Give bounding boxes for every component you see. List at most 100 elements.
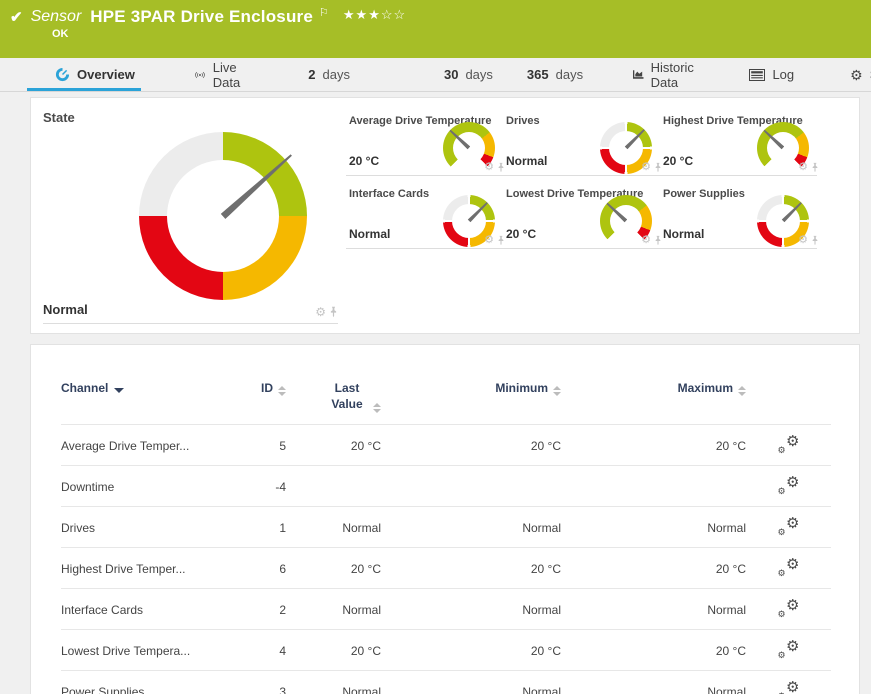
gear-icon[interactable]: ⚙ [641, 235, 651, 246]
sort-caret-icon [114, 388, 124, 393]
pin-icon[interactable] [811, 235, 819, 246]
mini-gauge-tile[interactable]: Lowest Drive Temperature 20 °C ⚙ [503, 184, 660, 249]
pin-icon[interactable] [329, 306, 338, 318]
channel-id: 1 [236, 507, 286, 548]
tab-label: days [323, 67, 350, 82]
channel-last-value: 20 °C [286, 630, 381, 671]
tab-365-days[interactable]: 365 days [525, 58, 585, 91]
table-row: Average Drive Temper... 5 20 °C 20 °C 20… [61, 425, 831, 466]
table-row: Downtime -4 ⚙⚙ [61, 466, 831, 507]
channel-id: 5 [236, 425, 286, 466]
sensor-header: ✔ Sensor HPE 3PAR Drive Enclosure ⚐ ★★★☆… [0, 0, 871, 58]
channel-settings-icon[interactable]: ⚙⚙ [778, 435, 800, 453]
gear-icon[interactable]: ⚙ [484, 162, 494, 173]
gauge-tile-actions[interactable]: ⚙ [484, 235, 505, 246]
channel-name-link[interactable]: Downtime [61, 466, 236, 507]
channel-settings-cell: ⚙⚙ [746, 671, 831, 694]
channel-name-link[interactable]: Drives [61, 507, 236, 548]
gear-icon[interactable]: ⚙ [484, 235, 494, 246]
table-row: Drives 1 Normal Normal Normal ⚙⚙ [61, 507, 831, 548]
tab-label: Log [772, 67, 794, 82]
gauge-value: 20 °C [663, 154, 693, 168]
state-gauge-tile[interactable]: State Normal ⚙ [43, 98, 338, 324]
tab-live-data[interactable]: Live Data [192, 58, 249, 91]
channel-id: 3 [236, 671, 286, 694]
tab-30-days[interactable]: 30 days [442, 58, 495, 91]
channel-minimum: 20 °C [381, 425, 561, 466]
mini-gauge-tile[interactable]: Average Drive Temperature 20 °C ⚙ [346, 111, 503, 176]
gauge-needle [763, 129, 785, 150]
pin-icon[interactable] [811, 162, 819, 173]
column-header-minimum[interactable]: Minimum [381, 373, 561, 425]
gauge-needle [221, 152, 294, 219]
gauge-title: Power Supplies [663, 188, 745, 200]
channel-settings-cell: ⚙⚙ [746, 589, 831, 630]
mini-gauge-tile[interactable]: Drives Normal ⚙ [503, 111, 660, 176]
table-row: Power Supplies 3 Normal Normal Normal ⚙⚙ [61, 671, 831, 694]
tab-settings[interactable]: ⚙ Settings [848, 58, 871, 91]
column-header-maximum[interactable]: Maximum [561, 373, 746, 425]
channel-table-panel: Channel ID Last Value Minimum Maximum [30, 344, 860, 694]
sort-icon [738, 386, 746, 396]
gauge-needle [468, 201, 489, 222]
gear-icon[interactable]: ⚙ [798, 235, 808, 246]
gauge-tile-actions[interactable]: ⚙ [315, 306, 338, 318]
tab-overview[interactable]: Overview [53, 58, 137, 91]
tab-label: days [465, 67, 492, 82]
channel-settings-icon[interactable]: ⚙⚙ [778, 558, 800, 576]
gauge-tile-actions[interactable]: ⚙ [798, 162, 819, 173]
gauge-tile-actions[interactable]: ⚙ [641, 235, 662, 246]
state-gauge [139, 132, 307, 300]
gauge-tile-actions[interactable]: ⚙ [798, 235, 819, 246]
channel-table-body: Average Drive Temper... 5 20 °C 20 °C 20… [61, 425, 831, 694]
priority-stars[interactable]: ★★★☆☆ [343, 7, 406, 23]
gauge-needle [625, 128, 646, 149]
channel-minimum [381, 466, 561, 507]
channel-id: -4 [236, 466, 286, 507]
gear-icon[interactable]: ⚙ [641, 162, 651, 173]
tab-2-days[interactable]: 2 days [306, 58, 352, 91]
gauge-tile-actions[interactable]: ⚙ [484, 162, 505, 173]
sort-icon [373, 403, 381, 413]
channel-last-value [286, 466, 381, 507]
column-header-id[interactable]: ID [236, 373, 286, 425]
tab-label: Overview [77, 67, 135, 82]
mini-gauge-tile[interactable]: Highest Drive Temperature 20 °C ⚙ [660, 111, 817, 176]
channel-settings-icon[interactable]: ⚙⚙ [778, 476, 800, 494]
channel-maximum: 20 °C [561, 425, 746, 466]
tab-bar: Overview Live Data 2 days 30 days 365 da… [0, 58, 871, 92]
column-header-last-value[interactable]: Last Value [286, 373, 381, 425]
tab-label: Historic Data [651, 60, 700, 90]
gear-icon[interactable]: ⚙ [315, 306, 326, 318]
mini-gauge-tile[interactable]: Power Supplies Normal ⚙ [660, 184, 817, 249]
tab-number: 30 [444, 67, 458, 82]
gear-icon[interactable]: ⚙ [798, 162, 808, 173]
channel-minimum: 20 °C [381, 548, 561, 589]
channel-last-value: Normal [286, 671, 381, 694]
column-header-channel[interactable]: Channel [61, 373, 236, 425]
channel-name-link[interactable]: Lowest Drive Tempera... [61, 630, 236, 671]
mini-gauge-tile[interactable]: Interface Cards Normal ⚙ [346, 184, 503, 249]
channel-settings-cell: ⚙⚙ [746, 630, 831, 671]
tab-historic-data[interactable]: Historic Data [631, 58, 701, 91]
channel-id: 6 [236, 548, 286, 589]
channel-last-value: 20 °C [286, 425, 381, 466]
gauge-tile-actions[interactable]: ⚙ [641, 162, 662, 173]
tab-log[interactable]: Log [747, 58, 796, 91]
channel-name-link[interactable]: Highest Drive Temper... [61, 548, 236, 589]
status-check-icon: ✔ [10, 8, 23, 26]
channel-maximum: Normal [561, 507, 746, 548]
channel-name-link[interactable]: Power Supplies [61, 671, 236, 694]
channel-settings-icon[interactable]: ⚙⚙ [778, 517, 800, 535]
channel-settings-icon[interactable]: ⚙⚙ [778, 640, 800, 658]
gear-icon: ⚙ [850, 68, 863, 82]
priority-flag-icon[interactable]: ⚐ [319, 6, 329, 19]
channel-table-header: Channel ID Last Value Minimum Maximum [61, 373, 831, 425]
channel-name-link[interactable]: Interface Cards [61, 589, 236, 630]
channel-minimum: Normal [381, 589, 561, 630]
channel-settings-icon[interactable]: ⚙⚙ [778, 599, 800, 617]
sensor-status-badge: OK [52, 28, 861, 40]
channel-name-link[interactable]: Average Drive Temper... [61, 425, 236, 466]
log-icon [749, 69, 765, 81]
channel-settings-icon[interactable]: ⚙⚙ [778, 681, 800, 694]
